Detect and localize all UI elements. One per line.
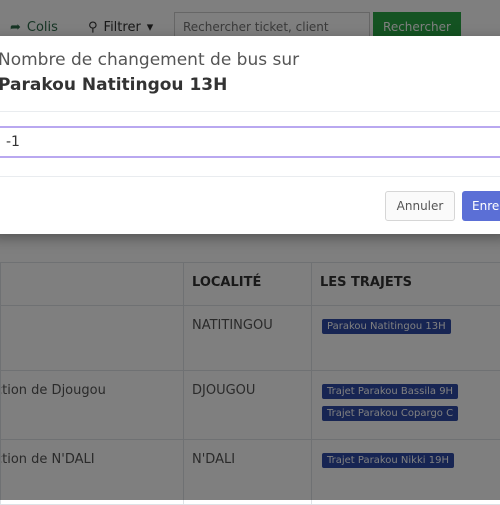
modal-title: Nombre de changement de bus sur xyxy=(0,50,299,70)
bus-change-count-input[interactable] xyxy=(0,126,500,158)
save-button[interactable]: Enre xyxy=(462,191,500,221)
modal-header: Nombre de changement de bus sur Parakou … xyxy=(0,36,500,112)
bus-change-modal: Nombre de changement de bus sur Parakou … xyxy=(0,36,500,234)
modal-footer-divider xyxy=(0,176,500,177)
modal-route-name: Parakou Natitingou 13H xyxy=(0,75,227,95)
cancel-button[interactable]: Annuler xyxy=(385,191,455,221)
